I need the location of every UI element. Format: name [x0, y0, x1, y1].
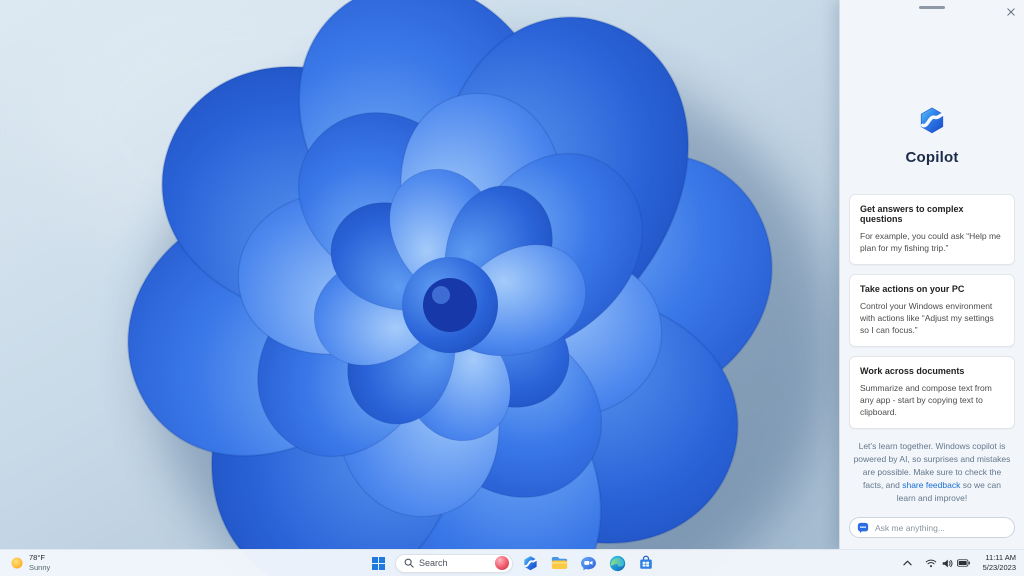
card-body: For example, you could ask “Help me plan… — [860, 231, 1001, 254]
weather-temperature: 78°F — [29, 553, 45, 563]
ask-input[interactable] — [875, 522, 1007, 533]
search-label: Search — [419, 558, 448, 568]
suggestion-cards: Get answers to complex questions For exa… — [840, 194, 1024, 429]
chevron-up-icon — [902, 560, 912, 566]
wifi-icon — [925, 559, 936, 568]
store-icon — [640, 555, 652, 569]
card-documents[interactable]: Work across documents Summarize and comp… — [849, 355, 1015, 429]
clock-time: 11:11 AM — [985, 552, 1016, 562]
card-answers[interactable]: Get answers to complex questions For exa… — [849, 194, 1015, 265]
card-title: Get answers to complex questions — [860, 204, 964, 224]
copilot-title: Copilot — [905, 149, 959, 166]
copilot-icon — [523, 555, 537, 570]
desktop-screen: Copilot Get answers to complex questions… — [0, 0, 1024, 576]
drag-handle[interactable] — [919, 6, 945, 9]
copilot-header: Copilot — [840, 106, 1024, 166]
taskbar-edge-button[interactable] — [605, 551, 629, 575]
clock-date: 5/23/2023 — [982, 563, 1016, 572]
card-body: Control your Windows environment with ac… — [860, 300, 994, 336]
taskbar-store-button[interactable] — [634, 551, 658, 575]
taskbar: 78°F Sunny Search 11:11 AM 5/23/2023 — [0, 549, 1024, 576]
chat-icon — [580, 556, 596, 570]
card-actions[interactable]: Take actions on your PC Control your Win… — [849, 273, 1015, 347]
taskbar-search[interactable]: Search — [395, 553, 513, 573]
windows-start-icon — [371, 556, 385, 570]
taskbar-copilot-button[interactable] — [518, 551, 542, 575]
ai-disclaimer: Let’s learn together. Windows copilot is… — [840, 440, 1024, 506]
copilot-panel: Copilot Get answers to complex questions… — [839, 0, 1024, 549]
card-title: Take actions on your PC — [860, 283, 965, 294]
card-body: Summarize and compose text from any app … — [860, 382, 992, 418]
daily-image-badge-icon — [495, 556, 509, 570]
share-feedback-link[interactable]: share feedback — [902, 480, 960, 490]
search-icon — [404, 558, 414, 568]
network-volume-battery-button[interactable] — [921, 553, 974, 574]
close-icon — [1007, 8, 1015, 16]
copilot-logo-icon — [920, 107, 944, 134]
weather-condition: Sunny — [29, 563, 51, 572]
taskbar-file-explorer-button[interactable] — [547, 551, 571, 575]
file-explorer-icon — [551, 557, 567, 569]
system-tray: 11:11 AM 5/23/2023 — [899, 551, 1020, 575]
sun-icon — [11, 557, 23, 569]
card-title: Work across documents — [860, 365, 965, 376]
start-button[interactable] — [366, 551, 390, 575]
edge-icon — [609, 555, 625, 571]
close-button[interactable] — [1003, 4, 1019, 20]
weather-text: 78°F Sunny — [29, 553, 50, 573]
hidden-icons-button[interactable] — [899, 555, 916, 571]
ask-input-bar[interactable] — [849, 517, 1015, 538]
taskbar-center: Search — [366, 551, 658, 575]
compose-icon — [857, 522, 869, 533]
battery-icon — [956, 559, 970, 567]
volume-icon — [942, 559, 953, 567]
clock[interactable]: 11:11 AM 5/23/2023 — [979, 551, 1020, 575]
weather-widget[interactable]: 78°F Sunny — [5, 551, 55, 575]
taskbar-chat-button[interactable] — [576, 551, 600, 575]
